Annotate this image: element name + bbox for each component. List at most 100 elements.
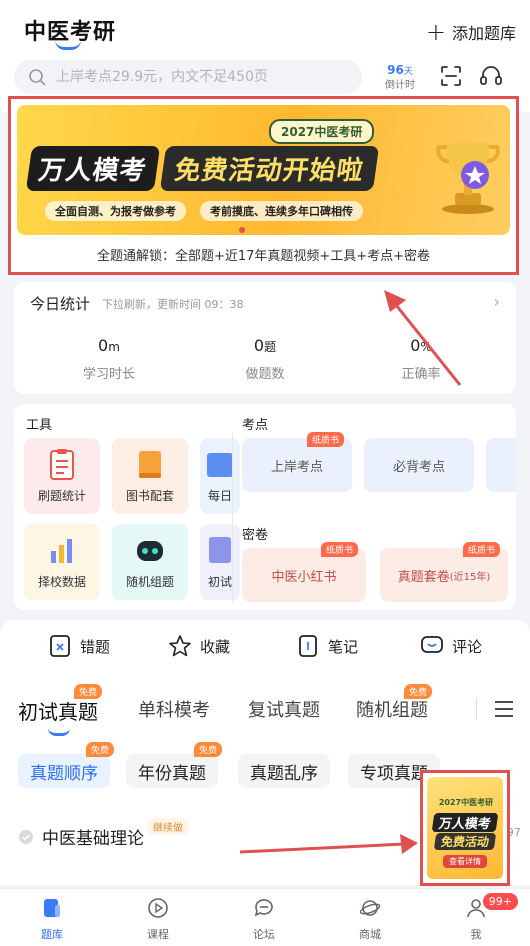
kaodian-more[interactable] (486, 438, 516, 492)
tools-panel: 工具 刷题统计 图书配套 每日 择校数据 随机组题 初试 考点 纸质书 上岸考点… (14, 404, 516, 610)
tool-book-companion[interactable]: 图书配套 (112, 438, 188, 514)
chevron-right-icon[interactable]: › (494, 292, 500, 311)
tab-label: 初试真题 (18, 700, 98, 724)
chart-data-icon (51, 539, 72, 563)
quick-comments[interactable]: 评论 (420, 634, 482, 658)
quick-notes[interactable]: 笔记 (296, 634, 358, 658)
tab-label: 单科模考 (138, 700, 210, 721)
tool-label: 每日 (207, 489, 232, 503)
mijuan-label: 真题套卷 (397, 569, 450, 585)
tool-initial-exam[interactable]: 初试 (200, 524, 240, 600)
subject-name: 中医基础理论 (42, 829, 144, 849)
tool-school-data[interactable]: 择校数据 (24, 524, 100, 600)
search-icon (29, 69, 46, 86)
floating-ad-highlight[interactable]: 2027中医考研 万人模考 免费活动 查看详情 (420, 770, 510, 886)
tab-single-mock[interactable]: 单科模考 (138, 696, 210, 722)
notebook-icon (299, 635, 317, 657)
tool-practice-stats[interactable]: 刷题统计 (24, 438, 100, 514)
annotation-arrow-icon (240, 834, 418, 854)
chat-bubble-icon (254, 899, 273, 917)
book-icon (139, 451, 161, 478)
nav-label: 题库 (41, 928, 63, 941)
pill-by-year[interactable]: 年份真题 免费 (126, 742, 222, 788)
tool-label: 图书配套 (125, 489, 174, 503)
promo-banner[interactable]: 2027中医考研 万人模考 免费活动开始啦 全面自测、为报考做参考 考前摸底、连… (17, 105, 510, 235)
pill-shuffled[interactable]: 真题乱序 (238, 754, 330, 788)
tool-daily[interactable]: 每日 (200, 438, 240, 514)
banner-sub-left: 全面自测、为报考做参考 (45, 201, 186, 221)
nav-question-bank[interactable]: 题库 (22, 897, 82, 942)
star-icon (169, 635, 191, 657)
tool-label: 择校数据 (37, 575, 86, 589)
kaodian-bibei[interactable]: 必背考点 (364, 438, 474, 492)
nav-label: 论坛 (253, 928, 275, 941)
add-bank-label: 添加题库 (451, 24, 516, 43)
kaodian-shangan[interactable]: 纸质书 上岸考点 (242, 432, 352, 492)
pill-order[interactable]: 真题顺序 免费 (18, 742, 114, 788)
tab-retest-exam[interactable]: 复试真题 (248, 696, 320, 722)
tab-label: 复试真题 (248, 700, 320, 721)
stat-label: 做题数 (245, 367, 285, 382)
float-ad-line1: 万人模考 (431, 813, 499, 832)
robot-icon (137, 541, 163, 561)
float-ad-line2: 免费活动 (433, 833, 497, 850)
tool-label: 刷题统计 (37, 489, 86, 503)
floating-ad[interactable]: 2027中医考研 万人模考 免费活动 查看详情 (427, 777, 503, 879)
kaodian-label: 必背考点 (392, 459, 445, 475)
search-bar[interactable] (14, 60, 362, 94)
tab-initial-exam[interactable]: 初试真题 免费 (18, 684, 102, 725)
nav-courses[interactable]: 课程 (128, 897, 188, 942)
subject-row[interactable]: 中医基础理论 (18, 824, 144, 849)
wrong-question-icon (50, 635, 70, 657)
quick-label: 评论 (452, 637, 483, 656)
quick-label: 错题 (80, 637, 111, 656)
nav-forum[interactable]: 论坛 (234, 897, 294, 942)
tab-random-quiz[interactable]: 随机组题 免费 (356, 684, 432, 722)
stat-question-count: 0题 做题数 (200, 336, 330, 382)
quick-favorites[interactable]: 收藏 (168, 634, 230, 658)
pill-label: 真题乱序 (250, 763, 318, 784)
section-divider (232, 432, 233, 602)
clipboard-icon (50, 449, 74, 480)
bottom-nav: 题库 课程 论坛 商城 我 99+ (0, 888, 530, 946)
notification-badge: 99+ (482, 893, 518, 910)
nav-mall[interactable]: 商城 (340, 897, 400, 942)
stat-study-time: 0m 学习时长 (44, 336, 174, 382)
nav-me[interactable]: 我 99+ (446, 893, 518, 942)
stat-unit: m (108, 340, 120, 354)
banner-sub-right: 考前摸底、连续多年口碑相传 (200, 201, 363, 221)
mijuan-zhenti-taojuan[interactable]: 纸质书 真题套卷 (近15年) (380, 542, 508, 602)
float-ad-button[interactable]: 查看详情 (443, 855, 487, 868)
check-circle-icon (19, 829, 33, 844)
search-input[interactable] (56, 69, 336, 85)
banner-tag: 2027中医考研 (269, 119, 375, 144)
free-badge: 免费 (73, 684, 102, 699)
menu-icon[interactable] (494, 700, 514, 718)
mijuan-xiaohongshu[interactable]: 纸质书 中医小红书 (242, 542, 366, 602)
customer-service-headset-icon[interactable] (478, 63, 504, 89)
scan-icon[interactable] (438, 63, 464, 89)
free-badge: 免费 (193, 742, 222, 757)
nav-label: 商城 (359, 928, 381, 941)
exam-countdown[interactable]: 96天 倒计时 (378, 62, 422, 93)
promo-banner-highlight[interactable]: 2027中医考研 万人模考 免费活动开始啦 全面自测、为报考做参考 考前摸底、连… (8, 96, 519, 275)
free-badge: 免费 (85, 742, 114, 757)
countdown-number: 96 (387, 63, 404, 77)
quick-label: 收藏 (200, 637, 231, 656)
unlock-info[interactable]: 全题通解锁：全部题+近17年真题视频+工具+考点+密卷 (11, 245, 516, 264)
mijuan-label: 中医小红书 (271, 569, 337, 585)
paper-book-tag: 纸质书 (306, 432, 344, 447)
nav-label: 我 (470, 928, 482, 941)
mijuan-note: (近15年) (449, 571, 491, 583)
tool-random-quiz[interactable]: 随机组题 (112, 524, 188, 600)
plus-icon: + (425, 18, 446, 46)
quick-wrong-questions[interactable]: 错题 (48, 634, 110, 658)
trophy-icon (436, 143, 500, 214)
tools-title: 工具 (26, 418, 53, 433)
add-question-bank-button[interactable]: + 添加题库 (426, 20, 516, 44)
annotation-arrow-icon (384, 290, 462, 386)
stats-title: 今日统计 (30, 295, 91, 313)
nav-label: 课程 (147, 928, 169, 941)
tool-label: 随机组题 (125, 575, 174, 589)
paper-book-tag: 纸质书 (320, 542, 358, 557)
